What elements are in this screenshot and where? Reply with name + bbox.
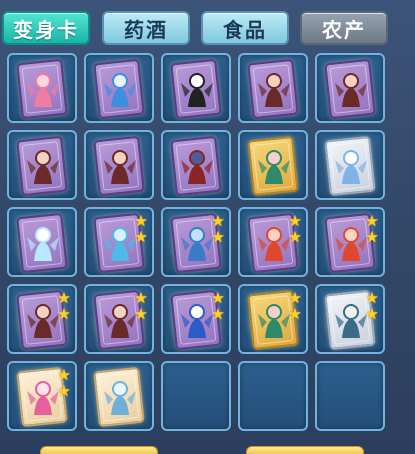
inventory-slot[interactable]: ★ ★ — [84, 284, 154, 354]
star-icon: ★ — [134, 212, 148, 230]
tab-transform-card[interactable]: 变身卡 — [2, 11, 90, 45]
bottom-button-left[interactable] — [40, 446, 158, 454]
inventory-slot[interactable]: ★ ★ — [7, 284, 77, 354]
red-hair-girl-icon — [335, 227, 367, 261]
star-rating: ★ ★ — [133, 290, 149, 322]
star-icon: ★ — [365, 212, 379, 230]
tab-food[interactable]: 食品 — [201, 11, 289, 45]
star-icon: ★ — [365, 305, 379, 323]
star-rating: ★ ★ — [287, 290, 303, 322]
star-icon: ★ — [57, 289, 71, 307]
inventory-slot[interactable] — [238, 53, 308, 123]
star-rating: ★ ★ — [287, 213, 303, 245]
star-rating: ★ ★ — [56, 290, 72, 322]
bat-wing-girl-icon — [104, 150, 136, 184]
bat-wing-girl-icon — [27, 304, 59, 338]
inventory-slot[interactable] — [7, 53, 77, 123]
tab-farm-produce[interactable]: 农产 — [300, 11, 388, 45]
inventory-slot[interactable] — [7, 207, 77, 277]
pink-dancer-icon — [27, 381, 59, 415]
star-icon: ★ — [134, 305, 148, 323]
bottom-button-right[interactable] — [246, 446, 364, 454]
star-icon: ★ — [288, 305, 302, 323]
inventory-panel: 变身卡 药酒 食品 农产 ★ ★ ★ ★ ★ ★ ★ ★ ★ ★ ★ ★ ★ ★ ★ ★ ★ ★ ★ ★ — [0, 0, 415, 454]
star-icon: ★ — [288, 212, 302, 230]
inventory-slot[interactable]: ★ ★ — [238, 207, 308, 277]
panda-icon — [181, 73, 213, 107]
inventory-slot[interactable] — [161, 130, 231, 200]
star-icon: ★ — [57, 305, 71, 323]
red-hair-girl-icon — [258, 227, 290, 261]
armored-warrior-icon — [181, 150, 213, 184]
star-rating: ★ ★ — [56, 367, 72, 399]
fox-fairy-icon — [258, 150, 290, 184]
ice-peacock-icon — [104, 227, 136, 261]
bat-wing-girl-icon — [104, 304, 136, 338]
inventory-slot[interactable]: ★ ★ — [161, 284, 231, 354]
inventory-slot[interactable]: ★ ★ — [238, 284, 308, 354]
empty-inventory-slot[interactable] — [161, 361, 231, 431]
inventory-slot[interactable] — [315, 53, 385, 123]
star-rating: ★ ★ — [364, 213, 380, 245]
star-icon: ★ — [57, 366, 71, 384]
star-icon: ★ — [211, 305, 225, 323]
crystal-spirit-icon — [27, 227, 59, 261]
inventory-slot[interactable]: ★ ★ — [315, 207, 385, 277]
inventory-slot[interactable]: ★ ★ — [161, 207, 231, 277]
bat-wing-girl-icon — [27, 150, 59, 184]
inventory-slot[interactable] — [84, 130, 154, 200]
inventory-slot[interactable]: ★ ★ — [7, 361, 77, 431]
horned-knight-icon — [335, 304, 367, 338]
star-icon: ★ — [365, 228, 379, 246]
star-icon: ★ — [365, 289, 379, 307]
snow-wizard-icon — [181, 304, 213, 338]
inventory-slot[interactable] — [238, 130, 308, 200]
inventory-slot[interactable] — [84, 53, 154, 123]
water-spirit-icon — [181, 227, 213, 261]
empty-inventory-slot[interactable] — [315, 361, 385, 431]
star-icon: ★ — [211, 289, 225, 307]
bat-wing-girl-icon — [335, 73, 367, 107]
pink-flower-girl-icon — [27, 73, 59, 107]
star-rating: ★ ★ — [133, 213, 149, 245]
category-tabs: 变身卡 药酒 食品 农产 — [2, 11, 394, 47]
inventory-slot[interactable]: ★ ★ — [315, 284, 385, 354]
star-icon: ★ — [288, 228, 302, 246]
star-rating: ★ ★ — [364, 290, 380, 322]
fox-fairy-icon — [258, 304, 290, 338]
star-icon: ★ — [134, 228, 148, 246]
blue-hair-maiden-icon — [104, 73, 136, 107]
star-icon: ★ — [57, 382, 71, 400]
inventory-slot[interactable] — [315, 130, 385, 200]
inventory-slot[interactable]: ★ ★ — [84, 207, 154, 277]
frost-wolf-icon — [104, 381, 136, 415]
bat-wing-girl-icon — [258, 73, 290, 107]
inventory-grid: ★ ★ ★ ★ ★ ★ ★ ★ ★ ★ ★ ★ ★ ★ ★ ★ ★ ★ ★ ★ — [7, 53, 387, 454]
star-icon: ★ — [134, 289, 148, 307]
star-rating: ★ ★ — [210, 290, 226, 322]
empty-inventory-slot[interactable] — [238, 361, 308, 431]
star-icon: ★ — [211, 212, 225, 230]
ice-beast-icon — [335, 150, 367, 184]
inventory-slot[interactable] — [84, 361, 154, 431]
star-icon: ★ — [211, 228, 225, 246]
tab-medicine-wine[interactable]: 药酒 — [102, 11, 190, 45]
star-icon: ★ — [288, 289, 302, 307]
inventory-slot[interactable] — [161, 53, 231, 123]
inventory-slot[interactable] — [7, 130, 77, 200]
star-rating: ★ ★ — [210, 213, 226, 245]
